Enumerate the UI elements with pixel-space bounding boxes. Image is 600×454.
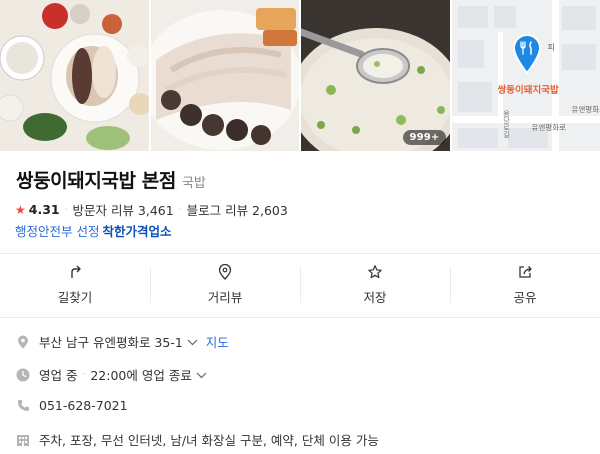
map-road-label-41: 유엔평화로41번길 — [571, 105, 600, 114]
separator-dot: · — [64, 204, 68, 215]
cert-government-label: 행정안전부 선정 — [15, 224, 100, 239]
separator-dot: · — [178, 204, 182, 215]
streetview-pin-icon — [218, 264, 232, 280]
share-label: 공유 — [513, 290, 537, 305]
chevron-down-icon[interactable] — [187, 334, 198, 349]
more-photos-badge[interactable]: 999+ — [403, 130, 446, 145]
map-poi-label: 피 — [547, 43, 555, 52]
map-road-label-main: 유엔평화로 — [531, 123, 567, 132]
map-thumbnail — [451, 0, 600, 151]
location-pin-icon — [16, 335, 30, 349]
save-label: 저장 — [363, 290, 387, 305]
blog-reviews-link[interactable]: 블로그 리뷰 2,603 — [187, 200, 288, 219]
amenities-text: 주차, 포장, 무선 인터넷, 남/녀 화장실 구분, 예약, 단체 이용 가능 — [39, 433, 379, 448]
building-icon — [16, 433, 30, 447]
directions-button[interactable]: 길찾기 — [0, 254, 150, 316]
share-button[interactable]: 공유 — [450, 254, 600, 316]
photo-thumbnail-boiled-pork[interactable] — [150, 0, 299, 151]
map-pin-icon — [512, 34, 542, 74]
directions-label: 길찾기 — [57, 290, 93, 305]
share-icon — [519, 266, 532, 278]
address-row: 부산 남구 유엔평화로 35-1 지도 — [16, 332, 229, 351]
divider — [0, 317, 600, 318]
separator-dot: · — [82, 369, 86, 380]
photo-thumbnail-table-set[interactable] — [0, 0, 149, 151]
hours-row[interactable]: 영업 중 · 22:00에 영업 종료 — [16, 365, 207, 384]
place-category: 국밥 — [181, 176, 206, 191]
food-photo-1 — [0, 0, 149, 151]
hours-detail: 22:00에 영업 종료 — [90, 368, 192, 383]
rating-row: ★ 4.31 · 방문자 리뷰 3,461 · 블로그 리뷰 2,603 — [15, 200, 288, 219]
phone-number[interactable]: 051-628-7021 — [39, 398, 128, 413]
chevron-down-icon[interactable] — [196, 367, 207, 382]
certification-row[interactable]: 행정안전부 선정 착한가격업소 — [15, 221, 172, 240]
place-name: 쌍둥이돼지국밥 본점 — [16, 170, 176, 192]
phone-icon — [16, 399, 30, 413]
streetview-label: 거리뷰 — [207, 290, 243, 305]
map-road-label-vertical: 용당로길 — [502, 110, 511, 138]
place-header: 쌍둥이돼지국밥 본점 국밥 — [16, 166, 206, 193]
visitor-reviews-link[interactable]: 방문자 리뷰 3,461 — [72, 200, 173, 219]
food-photo-3 — [301, 0, 450, 151]
amenities-row: 주차, 포장, 무선 인터넷, 남/녀 화장실 구분, 예약, 단체 이용 가능 — [16, 430, 379, 449]
star-outline-icon — [368, 265, 382, 279]
clock-icon — [16, 368, 30, 382]
map-pin-label: 쌍둥이돼지국밥 — [497, 85, 559, 96]
hours-status: 영업 중 — [39, 368, 78, 383]
streetview-button[interactable]: 거리뷰 — [150, 254, 300, 316]
map-link[interactable]: 지도 — [206, 332, 229, 351]
action-bar: 길찾기 거리뷰 저장 공유 — [0, 254, 600, 316]
star-icon: ★ — [15, 202, 26, 217]
photo-gallery: 999+ 피 유엔평화로41번길 유엔평화로 용당로길 쌍 — [0, 0, 600, 151]
mini-map[interactable]: 피 유엔평화로41번길 유엔평화로 용당로길 쌍둥이돼지국밥 — [451, 0, 600, 151]
address-text: 부산 남구 유엔평화로 35-1 — [39, 335, 183, 350]
rating-value: 4.31 — [28, 202, 60, 217]
food-photo-2 — [150, 0, 299, 151]
save-button[interactable]: 저장 — [300, 254, 450, 316]
good-price-badge: 착한가격업소 — [102, 224, 172, 239]
directions-icon — [71, 265, 81, 278]
phone-row[interactable]: 051-628-7021 — [16, 398, 128, 413]
photo-thumbnail-gukbap-soup[interactable]: 999+ — [301, 0, 450, 151]
